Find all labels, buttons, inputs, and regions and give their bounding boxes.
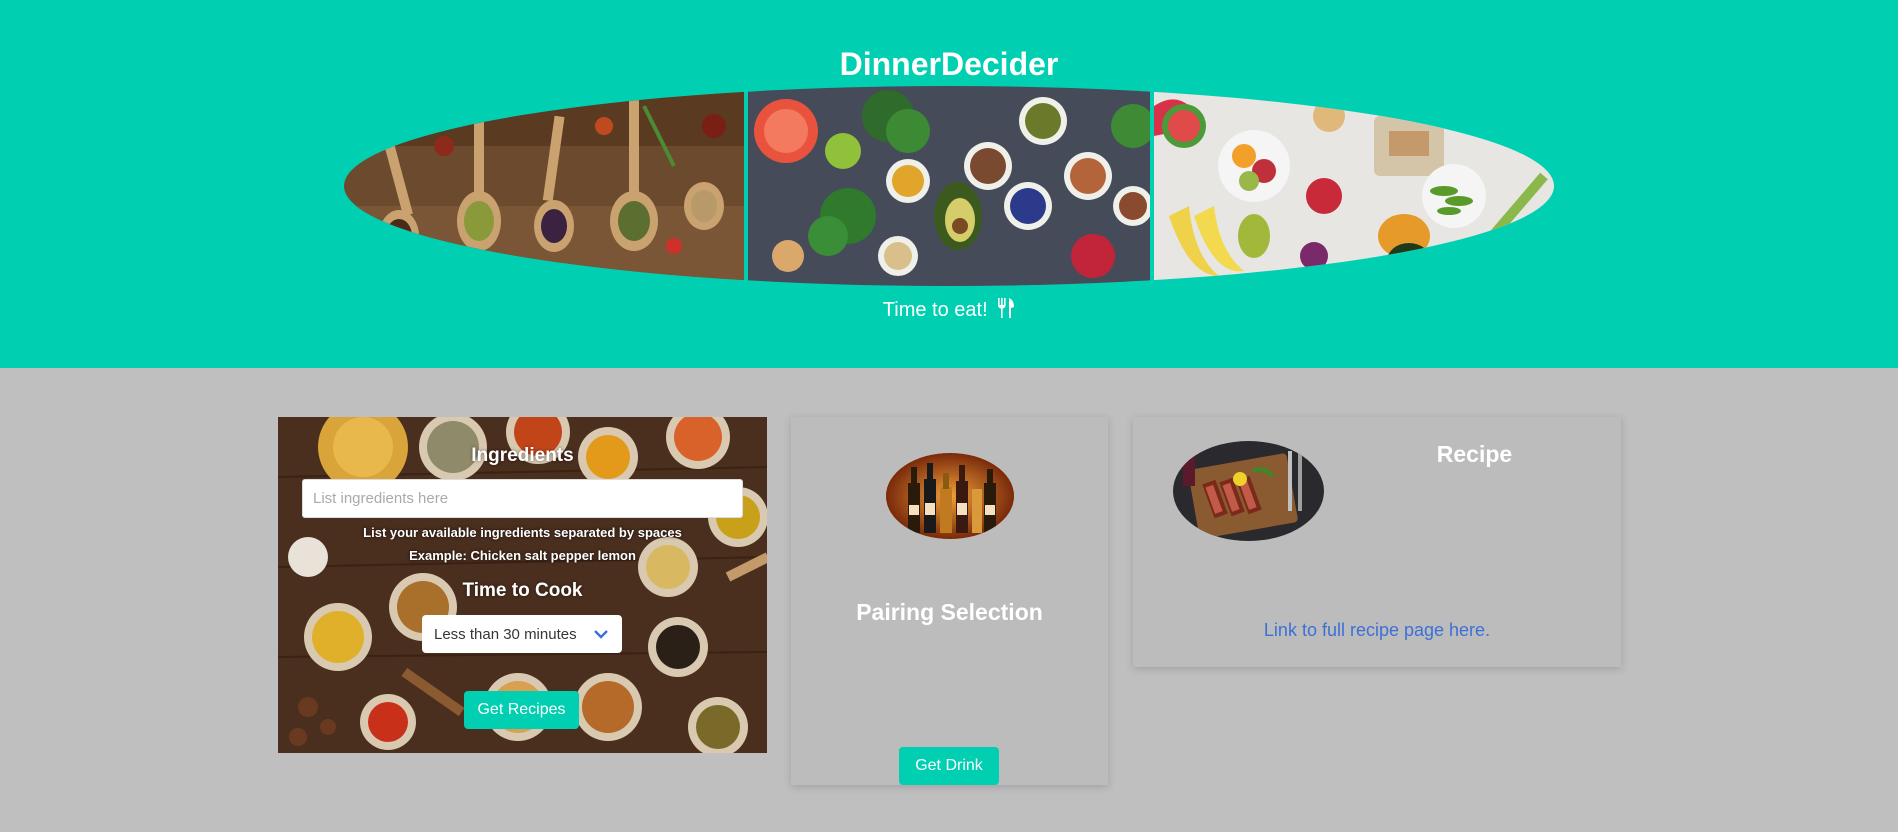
ingredients-heading: Ingredients <box>471 445 574 466</box>
pairing-card: Pairing Selection Get Drink <box>791 417 1108 785</box>
time-to-cook-selected-value: Less than 30 minutes <box>434 625 577 643</box>
banner-image-vegetables <box>748 86 1150 286</box>
tagline: Time to eat! <box>0 298 1898 324</box>
get-recipes-button[interactable]: Get Recipes <box>464 691 579 729</box>
steak-image <box>1173 441 1324 541</box>
hero-header: DinnerDecider Time to eat! <box>0 0 1898 368</box>
chevron-down-icon <box>594 627 608 644</box>
pairing-selection-heading: Pairing Selection <box>856 599 1043 625</box>
full-recipe-link[interactable]: Link to full recipe page here. <box>1133 620 1621 641</box>
tagline-text: Time to eat! <box>882 299 988 321</box>
ingredients-help-text: List your available ingredients separate… <box>363 525 682 540</box>
ingredients-example-text: Example: Chicken salt pepper lemon <box>409 548 636 563</box>
banner-image-strip <box>344 86 1554 286</box>
ingredients-input[interactable] <box>302 479 743 518</box>
recipe-card: Recipe Link to full recipe page here. <box>1133 417 1621 667</box>
wine-bottles-image <box>886 453 1014 539</box>
time-to-cook-heading: Time to Cook <box>462 580 583 601</box>
banner-image-spices <box>344 86 744 286</box>
recipe-heading: Recipe <box>1436 441 1513 467</box>
get-drink-button[interactable]: Get Drink <box>899 747 999 785</box>
time-to-cook-select[interactable]: Less than 30 minutes <box>422 615 622 653</box>
ingredients-card: Ingredients List your available ingredie… <box>278 417 767 753</box>
banner-image-fruits <box>1154 86 1554 286</box>
fork-knife-icon <box>997 298 1015 324</box>
site-title: DinnerDecider <box>839 46 1059 82</box>
